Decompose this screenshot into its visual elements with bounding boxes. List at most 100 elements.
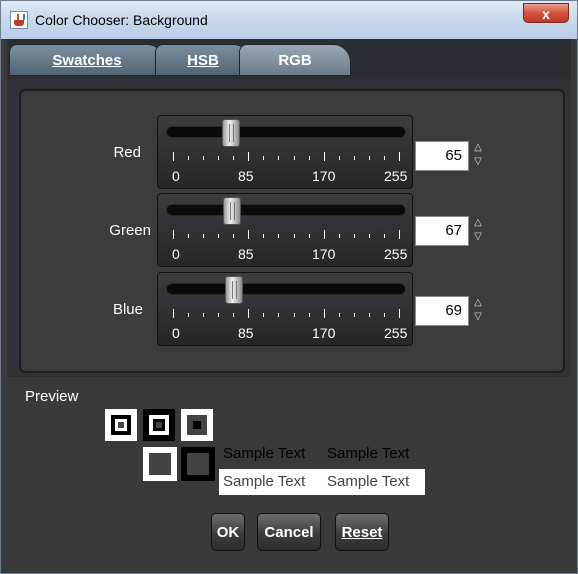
slider-tick (278, 234, 280, 238)
arrow-down-icon[interactable]: ▽ (469, 155, 487, 169)
slider-tick (233, 234, 235, 238)
green-spinner-buttons: △ ▽ (469, 216, 487, 246)
red-slider[interactable]: 0 85 170 255 (157, 115, 413, 189)
preview-color-swatch (156, 422, 162, 428)
arrow-up-icon[interactable]: △ (469, 216, 487, 230)
sample-text-color-on-white: Sample Text (223, 473, 306, 490)
tab-hsb-label: HSB (187, 52, 219, 69)
title-bar[interactable]: Color Chooser: Background x (1, 1, 577, 39)
cancel-button[interactable]: Cancel (257, 513, 321, 551)
slider-tick (218, 313, 220, 317)
green-slider[interactable]: 0 85 170 255 (157, 193, 413, 267)
tick-label-170: 170 (312, 168, 336, 184)
tick-label-170: 170 (312, 246, 336, 262)
slider-tick (383, 234, 385, 238)
blue-value-field[interactable]: 69 (415, 296, 469, 326)
tick-label-255: 255 (384, 325, 408, 341)
preview-square-white-ring (149, 415, 169, 435)
tick-label-85: 85 (238, 246, 254, 262)
slider-tick (263, 234, 265, 238)
green-slider-track[interactable] (166, 204, 406, 216)
slider-tick (233, 313, 235, 317)
preview-square-white-ring (115, 419, 127, 431)
preview-square-black-center (193, 421, 201, 429)
reset-button[interactable]: Reset (335, 513, 389, 551)
slider-tick (218, 234, 220, 238)
preview-square-white-filled (181, 409, 213, 441)
slider-tick (233, 156, 235, 160)
preview-color-swatch (187, 453, 209, 475)
preview-square-black-frame (181, 447, 215, 481)
red-value-field[interactable]: 65 (415, 141, 469, 171)
slider-tick (203, 234, 205, 238)
arrow-down-icon[interactable]: ▽ (469, 310, 487, 324)
tick-label-0: 0 (172, 246, 180, 262)
preview-color-swatch (118, 422, 124, 428)
green-value-field[interactable]: 67 (415, 216, 469, 246)
slider-tick (203, 313, 205, 317)
slider-tick (173, 309, 174, 318)
arrow-up-icon[interactable]: △ (469, 296, 487, 310)
window-title: Color Chooser: Background (35, 12, 208, 28)
slider-tick (293, 156, 295, 160)
tick-label-0: 0 (172, 325, 180, 341)
tick-label-0: 0 (172, 168, 180, 184)
preview-color-swatch (187, 415, 207, 435)
slider-tick (368, 156, 370, 160)
slider-tick (353, 234, 355, 238)
sample-text-color-on-white-2: Sample Text (327, 473, 410, 490)
tick-label-255: 255 (384, 246, 408, 262)
slider-tick (323, 230, 325, 239)
sample-text-black: Sample Text (223, 445, 306, 462)
slider-tick (293, 234, 295, 238)
preview-color-swatch (149, 453, 171, 475)
tab-hsb[interactable]: HSB (155, 44, 251, 76)
ok-button[interactable]: OK (211, 513, 245, 551)
slider-tick (248, 230, 250, 239)
arrow-up-icon[interactable]: △ (469, 141, 487, 155)
tab-strip: Swatches HSB RGB (7, 39, 571, 79)
slider-tick (263, 156, 265, 160)
blue-slider-track[interactable] (166, 283, 406, 295)
close-button[interactable]: x (523, 3, 569, 23)
red-slider-ticks (173, 152, 400, 162)
blue-spinner-buttons: △ ▽ (469, 296, 487, 326)
arrow-down-icon[interactable]: ▽ (469, 230, 487, 244)
red-spinner: 65 △ ▽ (415, 141, 491, 171)
slider-tick (338, 313, 340, 317)
sample-text-black-2: Sample Text (327, 445, 410, 462)
tab-swatches[interactable]: Swatches (9, 44, 165, 76)
slider-tick (188, 156, 190, 160)
slider-tick (218, 156, 220, 160)
slider-tick (399, 309, 400, 318)
tick-label-85: 85 (238, 168, 254, 184)
java-app-icon (10, 11, 28, 29)
slider-tick (399, 230, 400, 239)
preview-square-white-frame (143, 447, 177, 481)
slider-tick (323, 309, 325, 318)
slider-tick (308, 234, 310, 238)
slider-tick (368, 313, 370, 317)
tab-swatches-label: Swatches (52, 52, 122, 69)
blue-slider-ticks (173, 309, 400, 319)
slider-tick (278, 156, 280, 160)
tab-rgb[interactable]: RGB (239, 44, 351, 76)
slider-tick (308, 313, 310, 317)
tick-label-255: 255 (384, 168, 408, 184)
green-slider-thumb[interactable] (223, 197, 242, 225)
blue-slider[interactable]: 0 85 170 255 (157, 272, 413, 346)
blue-slider-thumb[interactable] (225, 276, 244, 304)
blue-label: Blue (112, 301, 143, 318)
red-slider-track[interactable] (166, 126, 406, 138)
slider-tick (173, 230, 174, 239)
slider-tick (278, 313, 280, 317)
preview-square-black-ring (111, 415, 131, 435)
slider-tick (248, 152, 250, 161)
slider-tick (383, 156, 385, 160)
green-spinner: 67 △ ▽ (415, 216, 491, 246)
slider-tick (188, 313, 190, 317)
red-spinner-buttons: △ ▽ (469, 141, 487, 171)
red-slider-thumb[interactable] (221, 119, 240, 147)
tick-label-85: 85 (238, 325, 254, 341)
slider-tick (323, 152, 325, 161)
